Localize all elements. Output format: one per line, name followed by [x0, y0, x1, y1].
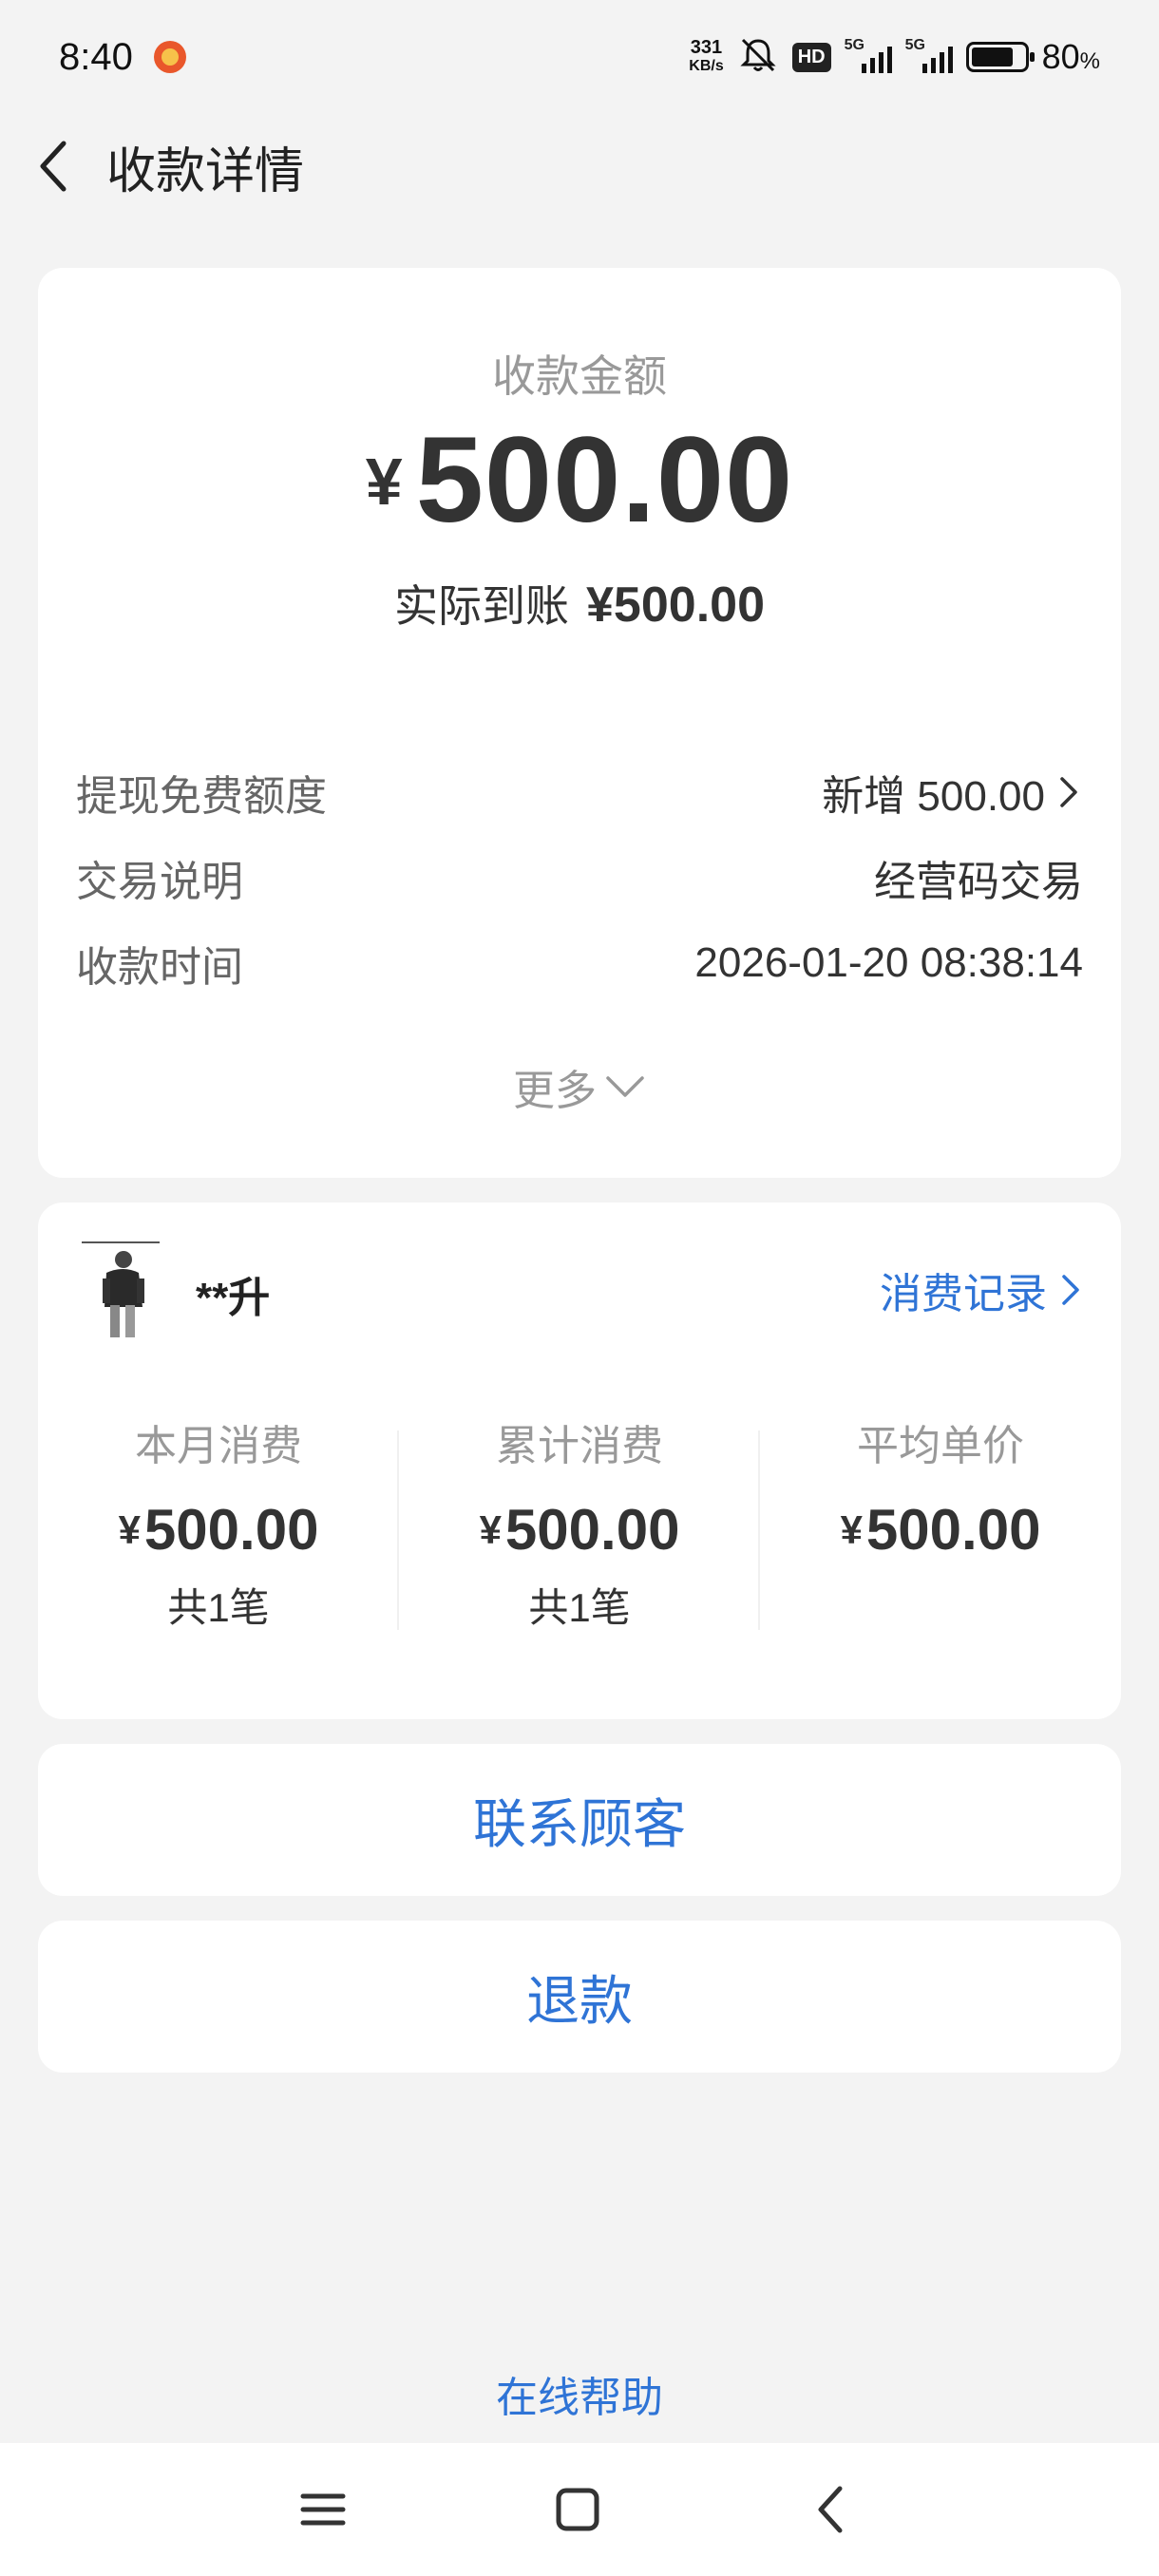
status-bar: 8:40 331 KB/s HD 5G 5G 80% [0, 0, 1159, 114]
stat-amount: ¥500.00 [399, 1497, 760, 1563]
mute-bell-icon [737, 36, 779, 79]
back-triangle-icon [818, 2486, 843, 2533]
transaction-desc-row: 交易说明 经营码交易 [76, 847, 1083, 908]
payment-time-label: 收款时间 [76, 944, 243, 991]
stat-this-month: 本月消费 ¥500.00 共1笔 [38, 1411, 399, 1634]
amount-card: 收款金额 ¥500.00 实际到账 ¥500.00 提现免费额度 新增 500.0… [38, 268, 1121, 1178]
payment-time-value: 2026-01-20 08:38:14 [694, 939, 1083, 986]
page-title: 收款详情 [106, 143, 305, 199]
stat-amount: ¥500.00 [38, 1497, 399, 1563]
consumption-record-label: 消费记录 [880, 1271, 1047, 1317]
stat-currency: ¥ [840, 1507, 863, 1552]
system-nav-bar [0, 2443, 1159, 2576]
network-speed-value: 331 [690, 37, 723, 58]
stat-total: 累计消费 ¥500.00 共1笔 [399, 1411, 760, 1634]
battery-percent: 80% [1042, 37, 1100, 77]
online-help-link[interactable]: 在线帮助 [0, 2363, 1159, 2424]
signal-label: 5G [844, 37, 864, 53]
withdraw-quota-row[interactable]: 提现免费额度 新增 500.00 [76, 762, 1083, 823]
battery-icon [965, 42, 1035, 72]
back-nav-button[interactable] [792, 2472, 868, 2548]
status-time: 8:40 [59, 35, 133, 78]
actual-received-label: 实际到账 [394, 581, 570, 631]
customer-name: **升 [196, 1275, 271, 1321]
stat-average: 平均单价 ¥500.00 [760, 1411, 1121, 1576]
status-indicators: 331 KB/s HD 5G 5G 80% [689, 36, 1100, 79]
avatar[interactable] [82, 1241, 160, 1341]
actual-received: 实际到账 ¥500.00 [38, 572, 1121, 635]
hd-badge: HD [791, 42, 831, 72]
menu-nav-button[interactable] [285, 2472, 361, 2548]
stat-count: 共1笔 [528, 1585, 631, 1630]
withdraw-quota-value-wrap: 新增 500.00 [822, 762, 1083, 823]
amount-value: 500.00 [415, 412, 794, 548]
withdraw-quota-label: 提现免费额度 [76, 773, 327, 820]
battery-percent-unit: % [1079, 48, 1100, 74]
signal-label-2: 5G [904, 37, 925, 53]
battery-fill [971, 47, 1013, 66]
stat-title: 累计消费 [496, 1423, 663, 1469]
stat-count: 共1笔 [167, 1585, 270, 1630]
battery-percent-value: 80 [1041, 37, 1080, 76]
chevron-left-icon [40, 141, 66, 192]
stat-title: 平均单价 [857, 1423, 1024, 1469]
stat-amount-value: 500.00 [504, 1498, 680, 1562]
contact-customer-button[interactable]: 联系顾客 [38, 1744, 1121, 1896]
more-label: 更多 [513, 1068, 597, 1114]
chevron-down-icon [606, 1076, 644, 1097]
transaction-desc-label: 交易说明 [76, 859, 243, 905]
payment-detail-page: 8:40 331 KB/s HD 5G 5G 80% 收款详情 收款金额 ¥ 5… [0, 0, 1159, 2576]
network-speed: 331 KB/s [689, 38, 723, 76]
amount-currency: ¥ [365, 445, 403, 519]
online-help-label: 在线帮助 [496, 2375, 663, 2421]
consumption-record-link[interactable]: 消费记录 [880, 1260, 1083, 1320]
network-speed-unit: KB/s [689, 58, 724, 74]
payment-time-row: 收款时间 2026-01-20 08:38:14 [76, 933, 1083, 994]
stat-currency: ¥ [479, 1507, 502, 1552]
refund-button[interactable]: 退款 [38, 1921, 1121, 2073]
stat-title: 本月消费 [135, 1423, 302, 1469]
contact-customer-label: 联系顾客 [473, 1793, 686, 1854]
header: 收款详情 [0, 114, 1159, 218]
chevron-right-icon [1060, 777, 1077, 807]
back-button[interactable] [2, 114, 106, 218]
customer-card: **升 消费记录 本月消费 ¥500.00 共1笔 累计消费 ¥500.00 共… [38, 1203, 1121, 1719]
stat-amount: ¥500.00 [760, 1497, 1121, 1563]
withdraw-quota-value: 新增 500.00 [822, 773, 1045, 820]
more-button[interactable]: 更多 [38, 1056, 1121, 1117]
chevron-right-icon [1062, 1275, 1079, 1305]
amount-label: 收款金额 [492, 351, 667, 401]
transaction-desc-value: 经营码交易 [874, 859, 1083, 905]
menu-icon [300, 2493, 346, 2526]
signal-strength-icon-2: 5G [905, 37, 953, 73]
refund-label: 退款 [526, 1970, 633, 2031]
actual-received-value: ¥500.00 [586, 578, 765, 633]
home-square-icon [556, 2488, 599, 2531]
stat-amount-value: 500.00 [143, 1498, 319, 1562]
home-nav-button[interactable] [540, 2472, 616, 2548]
stat-currency: ¥ [118, 1507, 141, 1552]
stat-amount-value: 500.00 [865, 1498, 1041, 1562]
app-notification-icon [153, 41, 186, 73]
signal-strength-icon: 5G [845, 37, 892, 73]
amount-display: ¥500.00 [38, 410, 1121, 550]
